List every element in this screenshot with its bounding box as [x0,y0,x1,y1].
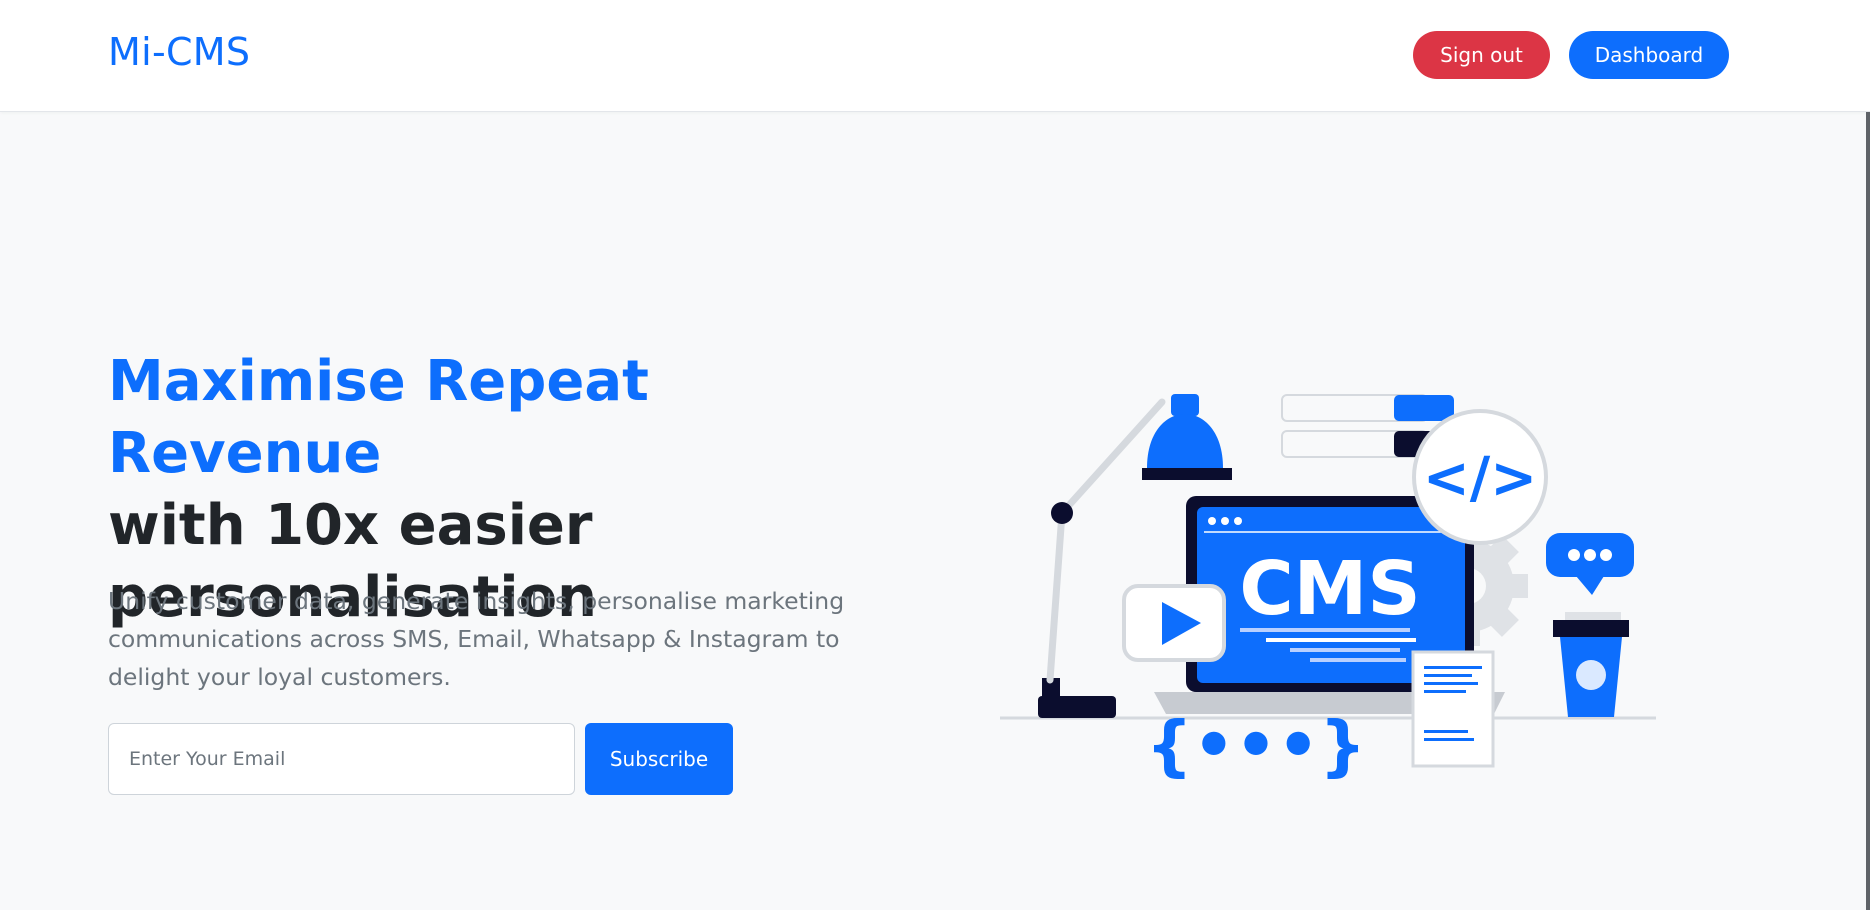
play-icon [1122,584,1226,662]
braces-icon: {•••} [1146,707,1367,784]
code-icon: </> [1412,409,1548,545]
coffee-cup-icon [1553,612,1629,717]
hero-subtitle: Unify customer data, generate insights, … [108,587,845,691]
top-navbar: Mi-CMS Sign out Dashboard [0,0,1870,112]
sign-out-button[interactable]: Sign out [1413,31,1550,79]
screen-text: CMS [1239,546,1420,632]
brand-logo-link[interactable]: Mi-CMS [108,30,250,74]
braces-text: {•••} [1146,707,1367,784]
chat-bubble-icon [1546,533,1634,595]
dashboard-button[interactable]: Dashboard [1569,31,1729,79]
scrollbar-edge[interactable] [1866,112,1870,910]
landing-page: Mi-CMS Sign out Dashboard Maximise Repea… [0,0,1870,910]
cms-illustration: CMS </> {•••} [1000,394,1656,784]
hero-title-accent: Maximise Repeat Revenue [108,349,649,486]
subscribe-button[interactable]: Subscribe [585,723,733,795]
document-icon [1411,650,1495,768]
code-symbol: </> [1423,446,1537,511]
email-input[interactable] [108,723,575,795]
